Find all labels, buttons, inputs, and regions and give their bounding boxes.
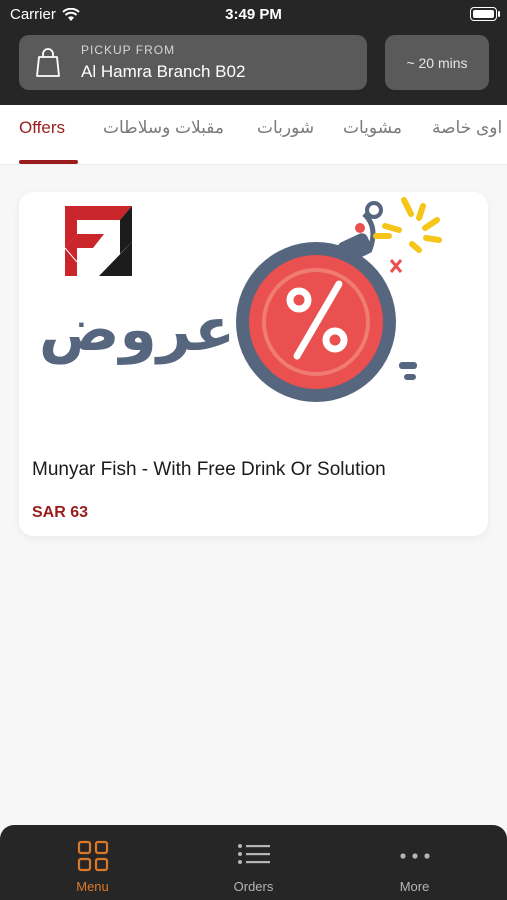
list-icon [237,844,270,864]
status-time: 3:49 PM [225,6,282,23]
nav-menu-label: Menu [76,879,109,894]
top-bar: Carrier 3:49 PM PICKUP FROM Al Hamra Bra… [0,0,507,105]
pickup-selector[interactable]: PICKUP FROM Al Hamra Branch B02 [19,35,367,90]
status-bar: Carrier 3:49 PM [0,0,507,30]
item-price: SAR 63 [32,504,89,521]
battery-icon [470,7,500,21]
more-icon [399,853,430,859]
pickup-label: PICKUP FROM [81,43,176,57]
offer-image-text: عروض [39,295,235,365]
item-name: Munyar Fish - With Free Drink Or Solutio… [32,459,386,480]
brand-logo [64,206,132,276]
spark-icon [373,197,442,253]
nav-orders[interactable]: Orders [169,825,338,900]
active-tab-indicator [19,160,78,164]
shopping-bag-icon [36,48,60,77]
branch-name: Al Hamra Branch B02 [81,62,246,81]
nav-more[interactable]: More [330,825,499,900]
percent-bomb-icon [236,201,417,402]
tab-appetizers-salads[interactable]: مقبلات وسلاطات [103,118,224,138]
nav-menu[interactable]: Menu [8,825,177,900]
category-tabs: Offers مقبلات وسلاطات شوربات مشويات اوى … [0,105,507,165]
tab-soups[interactable]: شوربات [257,118,314,138]
tab-grills[interactable]: مشويات [343,118,402,138]
offer-image: عروض [39,197,442,402]
nav-orders-label: Orders [233,879,274,894]
bottom-nav: Menu Orders More [0,825,507,900]
grid-icon [77,840,108,872]
menu-item-card[interactable]: عروض Munyar Fish - With Free Drink Or So… [19,192,488,536]
eta-button[interactable]: ~ 20 mins [385,35,489,90]
tab-offers[interactable]: Offers [19,118,65,138]
nav-more-label: More [399,879,430,894]
tab-specials[interactable]: اوى خاصة [432,118,502,138]
